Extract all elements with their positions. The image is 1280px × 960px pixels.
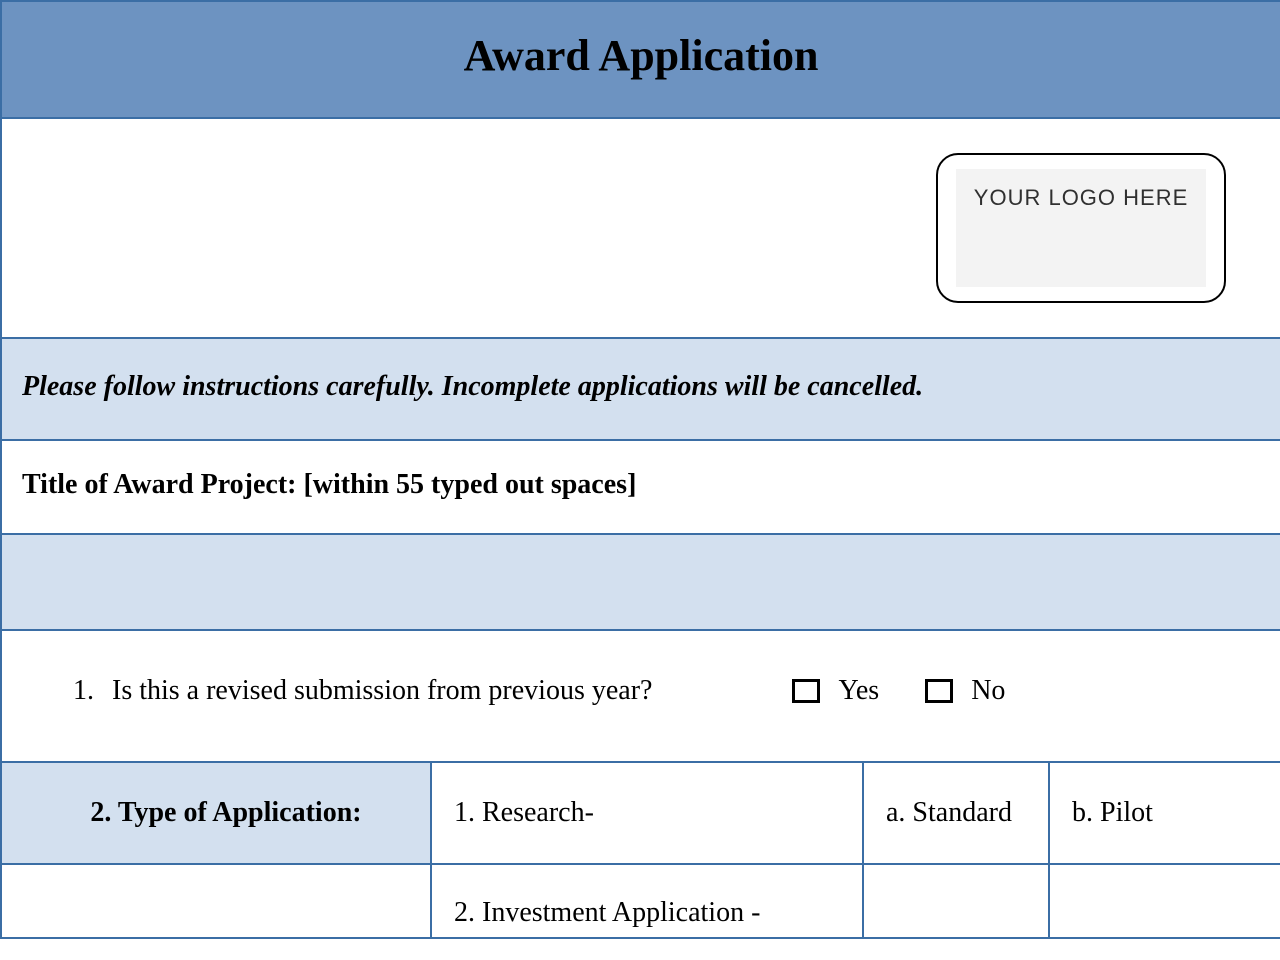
question-2-option2-cell: 2. Investment Application - [431, 864, 863, 938]
logo-placeholder-text: YOUR LOGO HERE [956, 169, 1206, 287]
question-2-option1a-cell[interactable]: a. Standard [863, 762, 1049, 864]
instructions-row: Please follow instructions carefully. In… [1, 338, 1280, 440]
question-2-option1b-cell[interactable]: b. Pilot [1049, 762, 1280, 864]
instructions-text: Please follow instructions carefully. In… [22, 371, 923, 402]
question-1-row: 1. Is this a revised submission from pre… [1, 630, 1280, 762]
question-2-option1a: a. Standard [886, 797, 1012, 828]
checkbox-yes[interactable] [792, 679, 820, 703]
form-title: Award Application [12, 30, 1270, 81]
question-1-text: Is this a revised submission from previo… [112, 675, 652, 707]
title-field-label: Title of Award Project: [within 55 typed… [22, 469, 636, 500]
yes-label: Yes [838, 675, 879, 707]
title-field-row: Title of Award Project: [within 55 typed… [1, 440, 1280, 534]
logo-row: YOUR LOGO HERE [1, 118, 1280, 338]
form-header: Award Application [1, 1, 1280, 118]
checkbox-no[interactable] [925, 679, 953, 703]
question-2-option1: 1. Research- [454, 797, 594, 828]
question-2-label: 2. Type of Application: [90, 797, 361, 828]
question-1-number: 1. [58, 675, 94, 707]
award-application-form: Award Application YOUR LOGO HERE Please … [0, 0, 1280, 939]
question-2-option1-cell: 1. Research- [431, 762, 863, 864]
question-2-option1b: b. Pilot [1072, 797, 1153, 828]
question-2-row2-col4[interactable] [1049, 864, 1280, 938]
question-2-label-cell: 2. Type of Application: [1, 762, 431, 864]
question-2-row2-col3[interactable] [863, 864, 1049, 938]
no-label: No [971, 675, 1005, 707]
logo-placeholder-box[interactable]: YOUR LOGO HERE [936, 153, 1226, 303]
question-2-row2-col1 [1, 864, 431, 938]
question-2-option2: 2. Investment Application - [454, 897, 760, 928]
title-input-row[interactable] [1, 534, 1280, 630]
